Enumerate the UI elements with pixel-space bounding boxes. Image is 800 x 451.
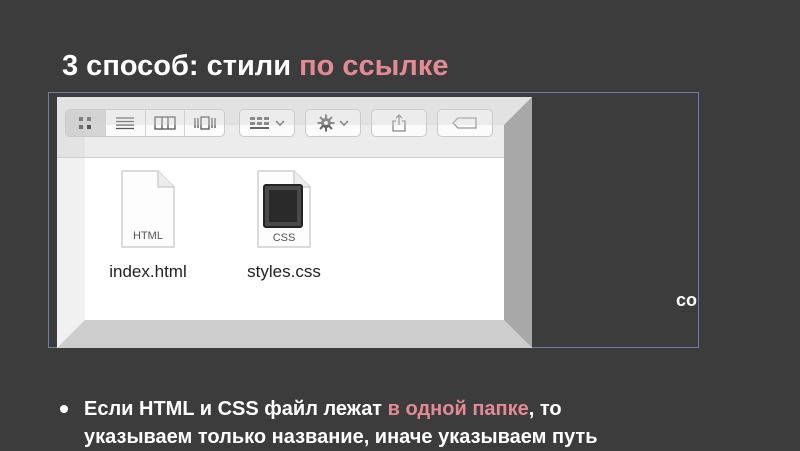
gear-icon (317, 114, 335, 132)
bullet-item: Если HTML и CSS файл лежат в одной папке… (60, 395, 782, 451)
columns-icon (154, 116, 176, 130)
file-type-label: CSS (273, 232, 296, 244)
file-name: index.html (109, 262, 187, 281)
cover-flow-icon (193, 116, 216, 130)
document-icon: HTML (121, 170, 175, 248)
bullet-line2: указываем только название, иначе указыва… (84, 426, 598, 448)
grid-icon (79, 117, 92, 129)
title-accent: по ссылке (299, 50, 449, 82)
list-icon (116, 117, 135, 130)
file-item-styles-css[interactable]: CSS styles.css (229, 169, 339, 282)
view-mode-group (65, 109, 225, 137)
file-item-index-html[interactable]: HTML index.html (93, 169, 203, 282)
bullet-accent: в одной папке (387, 398, 529, 420)
action-button[interactable] (305, 109, 361, 137)
css-document-icon: CSS (257, 170, 311, 248)
finder-toolbar (57, 97, 532, 158)
list-view-button[interactable] (106, 110, 146, 136)
bullet-part2: , то (528, 398, 562, 420)
cover-flow-view-button[interactable] (185, 110, 224, 136)
icon-view-button[interactable] (66, 110, 106, 136)
chevron-down-icon (339, 120, 349, 127)
arrange-button[interactable] (239, 109, 295, 137)
slide-title: 3 способ: стили по ссылке (62, 50, 449, 83)
bullet-dot (60, 405, 68, 413)
title-prefix: 3 способ: стили (62, 50, 300, 82)
file-type-label: HTML (133, 230, 163, 242)
file-name: styles.css (247, 262, 321, 281)
chevron-down-icon (275, 120, 285, 127)
bullet-part1: Если HTML и CSS файл лежат (84, 398, 388, 420)
arrange-grid-icon (250, 117, 269, 129)
column-view-button[interactable] (146, 110, 186, 136)
share-icon (392, 114, 406, 132)
finder-window: HTML index.html CSS styles.css (57, 97, 532, 348)
share-button[interactable] (371, 109, 427, 137)
tags-button[interactable] (437, 109, 493, 137)
tag-icon (452, 117, 477, 129)
bullet-text: Если HTML и CSS файл лежат в одной папке… (62, 395, 782, 451)
